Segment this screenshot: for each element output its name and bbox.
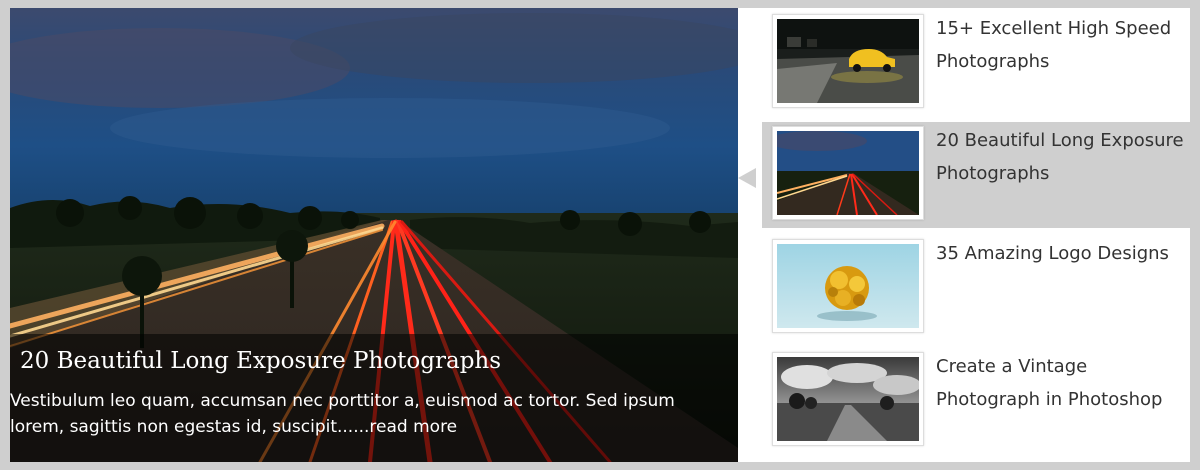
thumbnail-image[interactable] [772,126,924,220]
thumbnail-item-vintage-photo[interactable]: Create a Vintage Photograph in Photoshop [762,348,1190,454]
thumbnail-title[interactable]: 35 Amazing Logo Designs [936,237,1186,270]
thumbnail-image[interactable] [772,239,924,333]
featured-caption: 20 Beautiful Long Exposure Photographs V… [10,334,738,462]
thumbnail-image[interactable] [772,352,924,446]
thumbnail-image[interactable] [772,14,924,108]
featured-title[interactable]: 20 Beautiful Long Exposure Photographs [20,348,501,374]
active-pointer-arrow [738,168,756,188]
thumbnail-item-logo-designs[interactable]: 35 Amazing Logo Designs [762,235,1190,341]
black-white-landscape-photo [777,357,919,441]
thumbnail-title[interactable]: Create a Vintage Photograph in Photoshop [936,350,1186,416]
yellow-car-photo [777,19,919,103]
long-exposure-photo [777,131,919,215]
read-more-link[interactable]: read more [369,417,457,437]
yellow-knot-photo [777,244,919,328]
featured-image[interactable]: 20 Beautiful Long Exposure Photographs V… [10,8,738,462]
thumbnail-item-high-speed[interactable]: 15+ Excellent High Speed Photographs [762,10,1190,116]
thumbnail-title[interactable]: 15+ Excellent High Speed Photographs [936,12,1186,78]
thumbnail-title[interactable]: 20 Beautiful Long Exposure Photographs [936,124,1186,190]
featured-excerpt-text: Vestibulum leo quam, accumsan nec portti… [10,391,675,437]
thumbnail-list: 15+ Excellent High Speed Photographs 20 … [738,8,1190,462]
thumbnail-item-long-exposure[interactable]: 20 Beautiful Long Exposure Photographs [762,122,1190,228]
featured-excerpt: Vestibulum leo quam, accumsan nec portti… [10,388,730,440]
featured-slider: 20 Beautiful Long Exposure Photographs V… [0,0,1200,470]
